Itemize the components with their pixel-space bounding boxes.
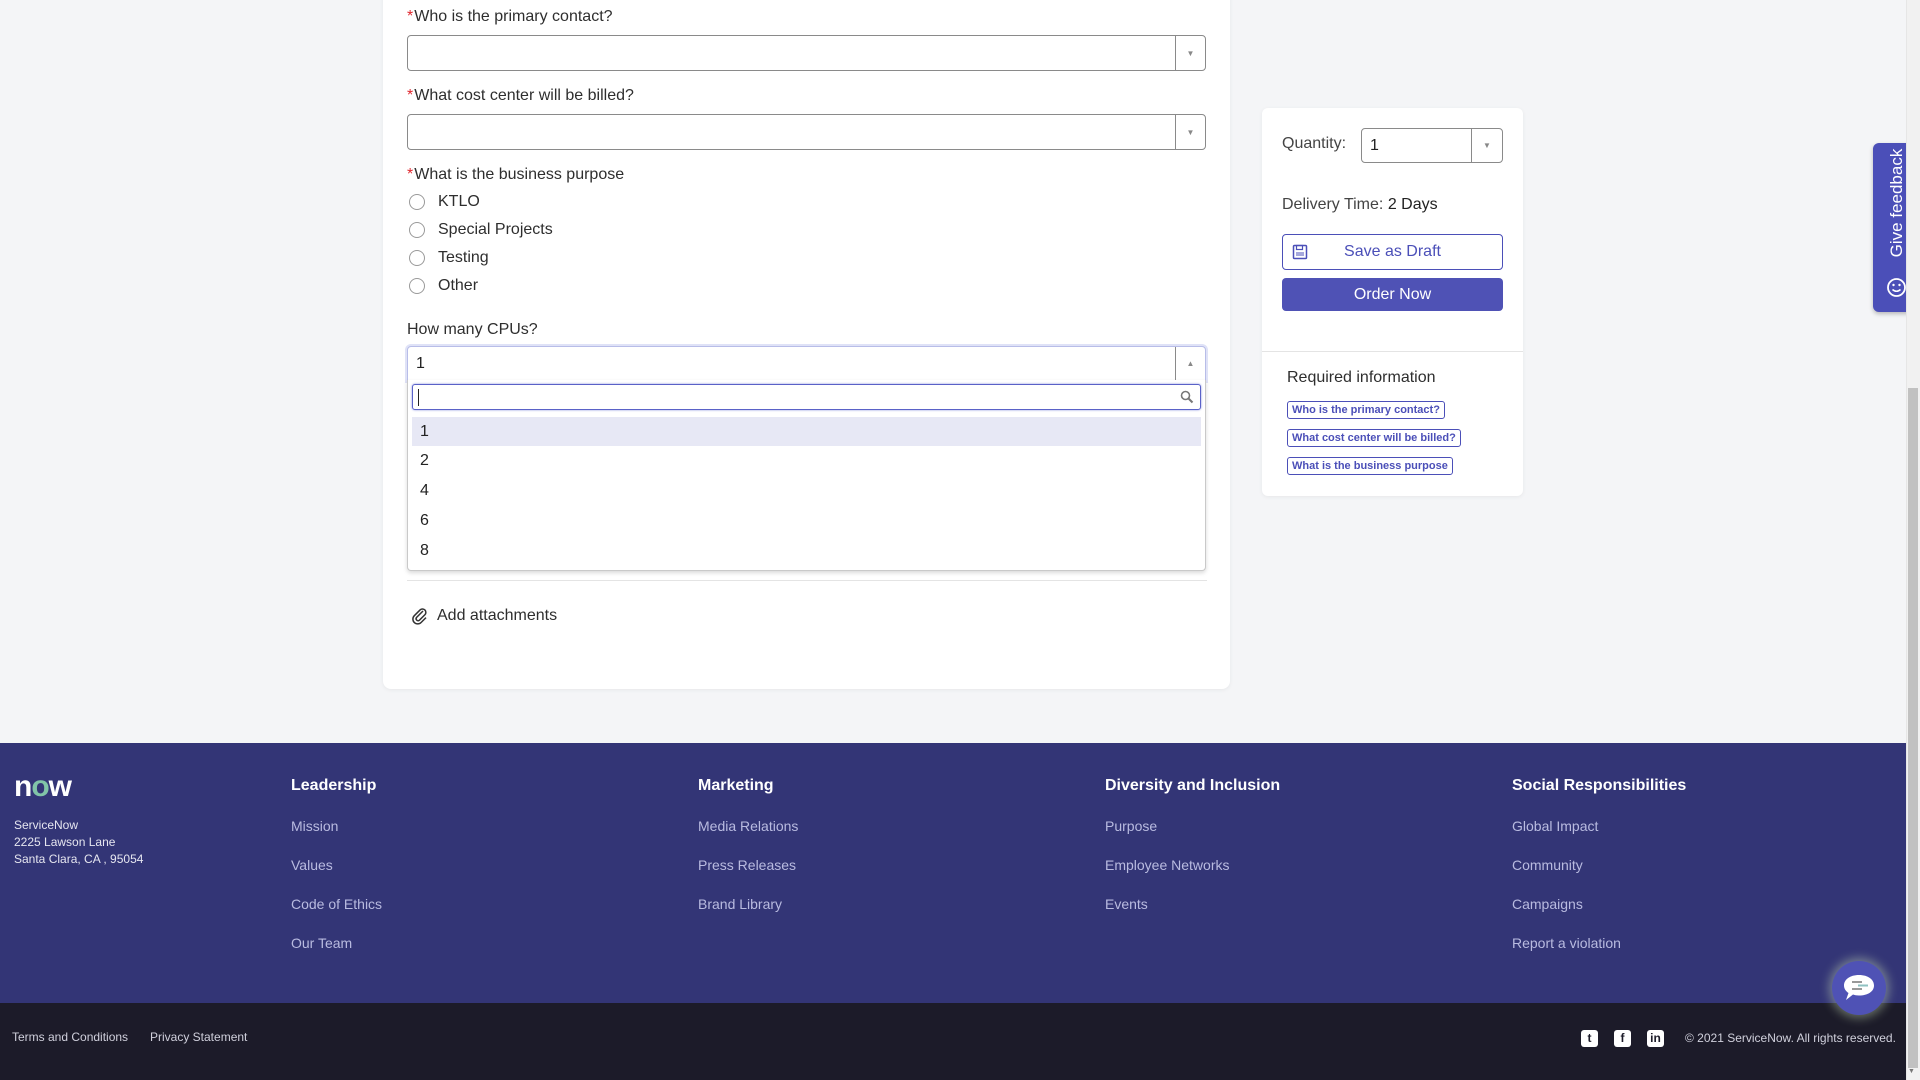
radio-button[interactable] xyxy=(409,194,425,210)
cpus-dropdown: 1 2 4 6 8 xyxy=(407,380,1206,571)
chevron-down-icon[interactable]: ▼ xyxy=(1175,36,1205,70)
footer-link[interactable]: Employee Networks xyxy=(1105,857,1280,896)
floppy-disk-icon xyxy=(1292,244,1308,260)
dropdown-option[interactable]: 2 xyxy=(412,446,1201,475)
radio-option-other[interactable]: Other xyxy=(409,275,478,297)
footer-column-marketing: Marketing Media Relations Press Releases… xyxy=(698,777,798,935)
required-information-title: Required information xyxy=(1287,369,1436,386)
footer-link[interactable]: Events xyxy=(1105,896,1280,935)
footer-column-diversity: Diversity and Inclusion Purpose Employee… xyxy=(1105,777,1280,935)
text-caret xyxy=(418,389,419,406)
privacy-link[interactable]: Privacy Statement xyxy=(150,1030,247,1044)
dropdown-option[interactable]: 6 xyxy=(412,506,1201,535)
footer-link[interactable]: Campaigns xyxy=(1512,896,1686,935)
radio-button[interactable] xyxy=(409,222,425,238)
divider xyxy=(407,580,1207,581)
footer-column-social-responsibilities: Social Responsibilities Global Impact Co… xyxy=(1512,777,1686,974)
search-icon xyxy=(1180,390,1194,404)
chat-button[interactable] xyxy=(1832,961,1886,1015)
terms-link[interactable]: Terms and Conditions xyxy=(12,1030,128,1044)
dropdown-option[interactable]: 1 xyxy=(412,417,1201,446)
footer-link[interactable]: Media Relations xyxy=(698,818,798,857)
footer-link[interactable]: Values xyxy=(291,857,382,896)
footer-link[interactable]: Press Releases xyxy=(698,857,798,896)
smile-icon xyxy=(1887,278,1906,297)
footer-column-leadership: Leadership Mission Values Code of Ethics… xyxy=(291,777,382,974)
save-as-draft-button[interactable]: Save as Draft xyxy=(1282,234,1503,270)
footer-heading: Marketing xyxy=(698,777,774,794)
dropdown-search-input[interactable] xyxy=(412,384,1201,410)
twitter-icon[interactable]: t xyxy=(1581,1030,1598,1047)
primary-contact-select[interactable]: ▼ xyxy=(407,35,1206,71)
footer-link[interactable]: Brand Library xyxy=(698,896,798,935)
cpus-label: How many CPUs? xyxy=(407,321,538,338)
quantity-select[interactable]: 1 ▼ xyxy=(1361,128,1503,163)
required-chip[interactable]: What cost center will be billed? xyxy=(1287,429,1461,447)
copyright: © 2021 ServiceNow. All rights reserved. xyxy=(1685,1031,1896,1045)
chat-bubble-icon xyxy=(1844,975,1874,1000)
paperclip-icon xyxy=(412,608,427,625)
chevron-up-icon[interactable]: ▲ xyxy=(1175,347,1205,380)
footer-link[interactable]: Purpose xyxy=(1105,818,1280,857)
add-attachments-link[interactable]: Add attachments xyxy=(411,607,557,625)
radio-option-testing[interactable]: Testing xyxy=(409,247,489,269)
footer-link[interactable]: Global Impact xyxy=(1512,818,1686,857)
facebook-icon[interactable]: f xyxy=(1614,1030,1631,1047)
cost-center-select[interactable]: ▼ xyxy=(407,114,1206,150)
radio-option-special-projects[interactable]: Special Projects xyxy=(409,219,553,241)
required-chip[interactable]: Who is the primary contact? xyxy=(1287,401,1445,419)
company-address: ServiceNow 2225 Lawson Lane Santa Clara,… xyxy=(14,818,144,866)
radio-button[interactable] xyxy=(409,278,425,294)
footer-link[interactable]: Our Team xyxy=(291,935,382,974)
order-now-button[interactable]: Order Now xyxy=(1282,278,1503,311)
dropdown-option[interactable]: 8 xyxy=(412,536,1201,565)
footer-link[interactable]: Report a violation xyxy=(1512,935,1686,974)
business-purpose-label: *What is the business purpose xyxy=(407,166,625,183)
cpus-select[interactable]: 1 ▲ xyxy=(407,346,1206,381)
servicenow-logo[interactable]: now xyxy=(14,770,72,804)
footer-link[interactable]: Mission xyxy=(291,818,382,857)
radio-button[interactable] xyxy=(409,250,425,266)
chevron-down-icon[interactable]: ▼ xyxy=(1471,129,1502,162)
primary-contact-label: *Who is the primary contact? xyxy=(407,8,613,25)
divider xyxy=(1262,351,1523,352)
radio-option-ktlo[interactable]: KTLO xyxy=(409,191,480,213)
chevron-down-icon[interactable]: ▼ xyxy=(1175,115,1205,149)
required-chip[interactable]: What is the business purpose xyxy=(1287,457,1453,475)
scrollbar-thumb[interactable] xyxy=(1908,388,1918,1068)
footer-heading: Social Responsibilities xyxy=(1512,777,1687,794)
footer-link[interactable]: Community xyxy=(1512,857,1686,896)
delivery-time: Delivery Time: 2 Days xyxy=(1282,196,1438,213)
footer-link[interactable]: Code of Ethics xyxy=(291,896,382,935)
dropdown-option[interactable]: 4 xyxy=(412,476,1201,505)
footer-heading: Leadership xyxy=(291,777,377,794)
footer-heading: Diversity and Inclusion xyxy=(1105,777,1281,794)
linkedin-icon[interactable]: in xyxy=(1647,1030,1664,1047)
cost-center-label: *What cost center will be billed? xyxy=(407,87,634,104)
quantity-label: Quantity: xyxy=(1282,135,1347,152)
scroll-down-arrow[interactable]: ▼ xyxy=(1908,1068,1915,1075)
